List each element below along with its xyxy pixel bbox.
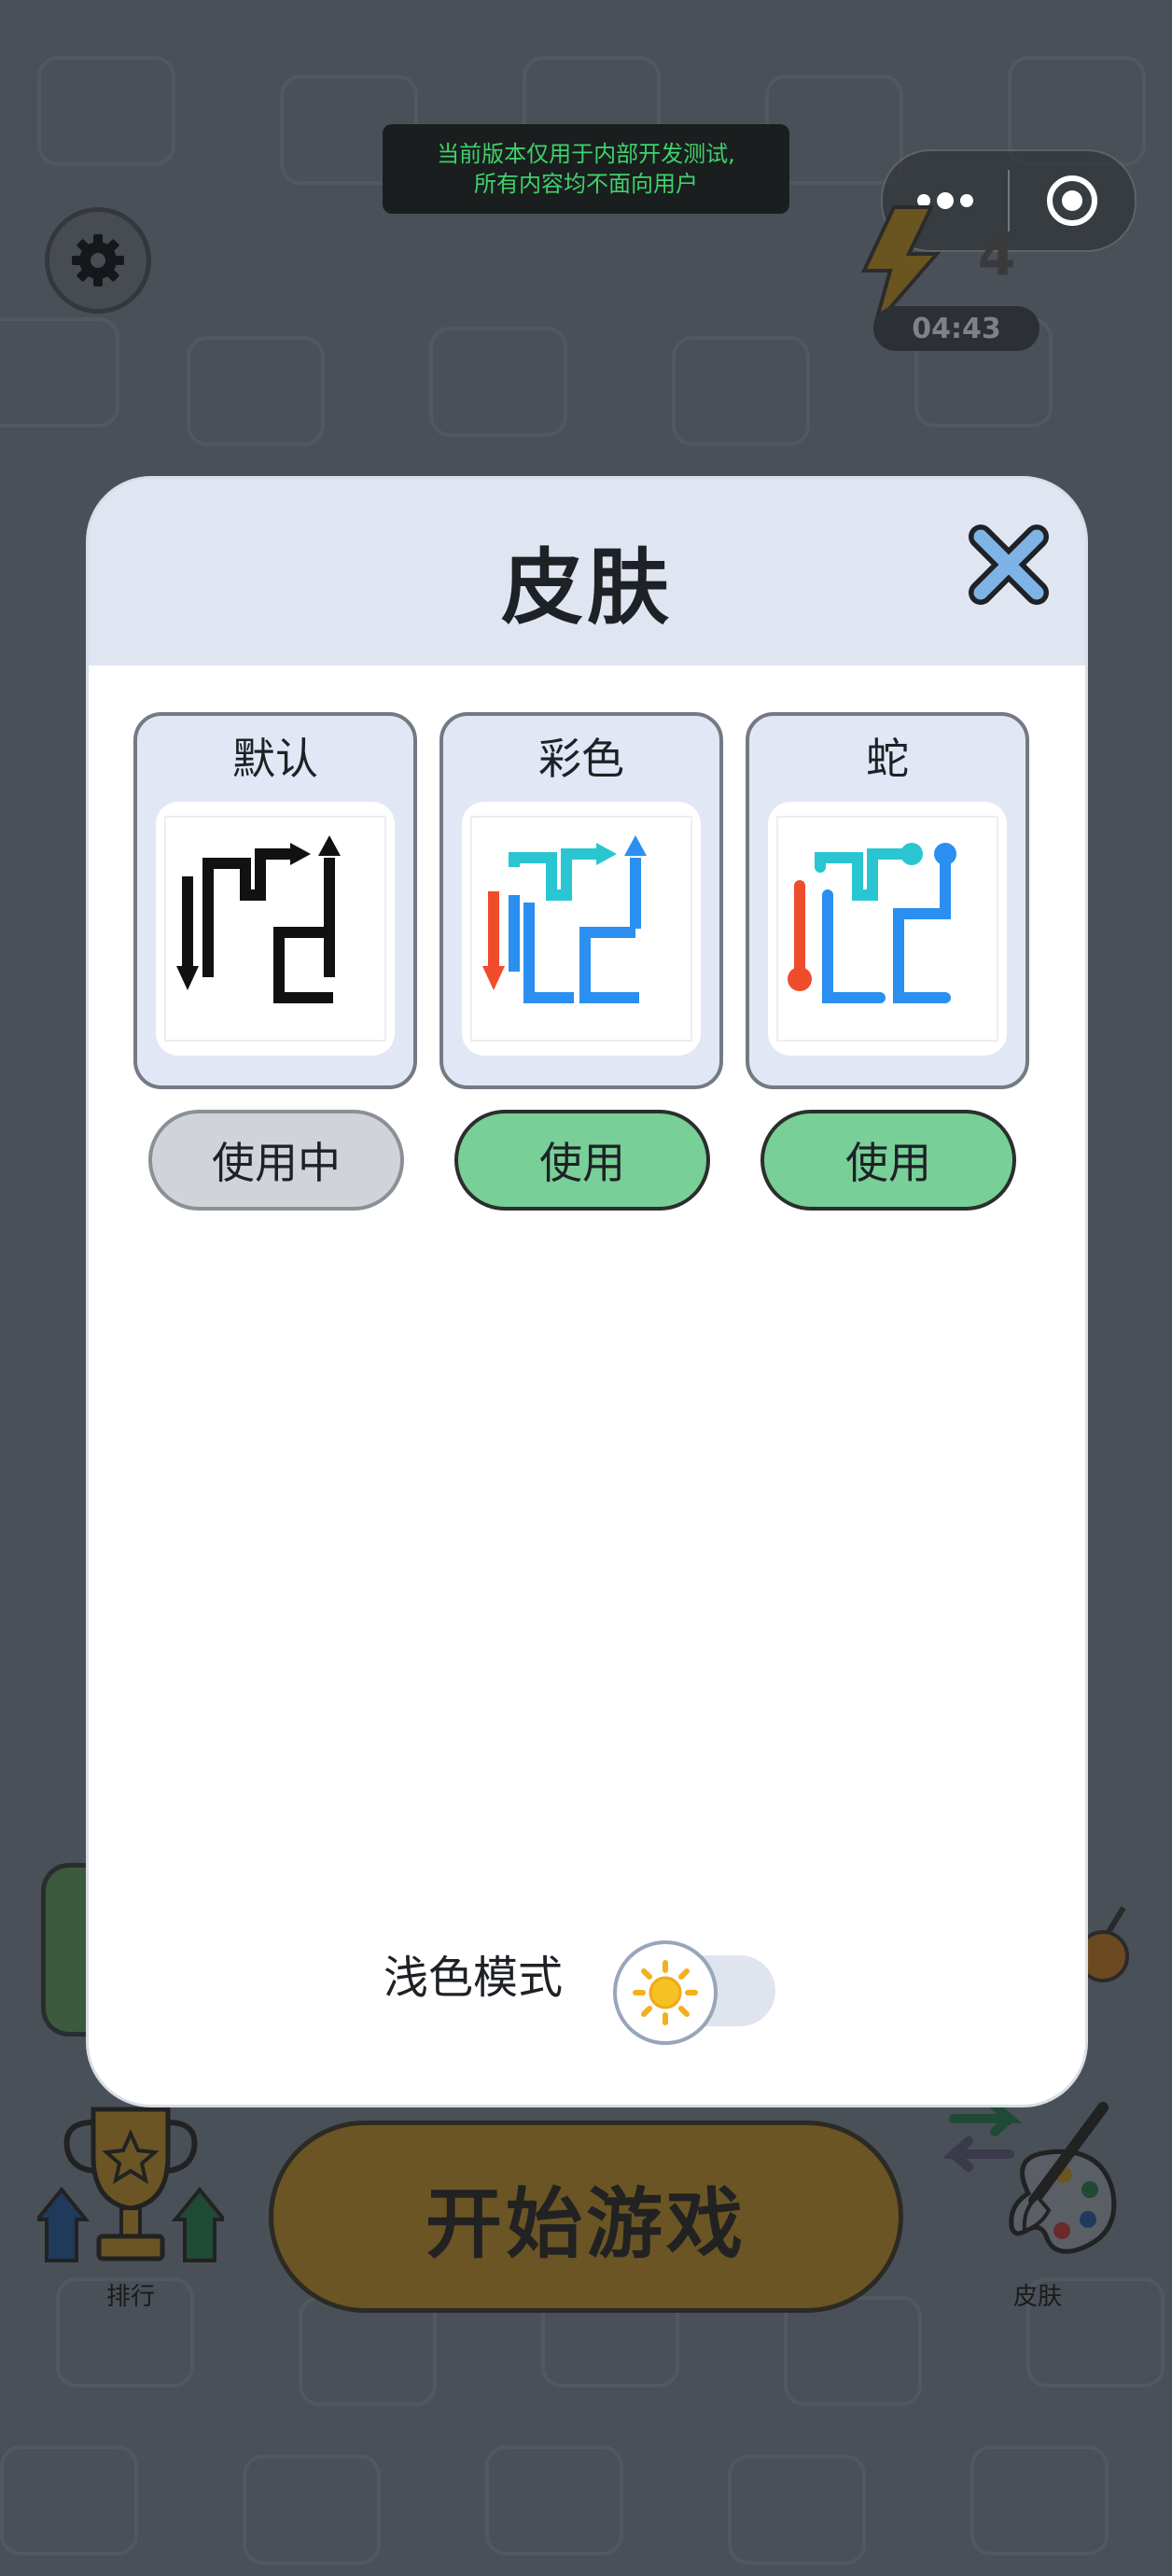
maze-snake-icon [776,816,998,1042]
energy-count: 4 [978,224,1016,287]
maze-arrows-default-icon [164,816,386,1042]
skin-nav-button[interactable]: 皮肤 [941,2100,1131,2315]
skin-label: 皮肤 [1012,2283,1062,2311]
gear-icon [72,234,124,287]
sun-icon [633,1960,698,2025]
trophy-icon [33,2107,229,2262]
energy-counter: 4 04:43 [838,205,1090,355]
rank-label: 排行 [105,2283,155,2311]
dev-notice-line1: 当前版本仅用于内部开发测试, [437,141,735,167]
light-mode-label: 浅色模式 [384,1952,564,2004]
skin-card-default[interactable]: 默认 [133,712,417,1089]
skin-card-snake[interactable]: 蛇 [746,712,1029,1089]
close-icon [969,525,1049,605]
skin-use-button-default[interactable]: 使用中 [148,1110,404,1211]
skin-name: 彩色 [538,734,624,784]
skin-name: 默认 [232,734,318,784]
skin-preview-default [156,802,395,1056]
settings-button[interactable] [45,207,151,314]
skin-name: 蛇 [866,734,909,784]
toggle-knob [613,1940,718,2045]
skin-modal: 皮肤 默认 使用中 彩色 使用 蛇 使用 浅色模式 [86,476,1088,2107]
skin-preview-color [462,802,701,1056]
skin-use-button-snake[interactable]: 使用 [760,1110,1016,1211]
modal-close-button[interactable] [964,520,1053,609]
rank-nav-button[interactable]: 排行 [33,2100,229,2315]
skin-use-button-color[interactable]: 使用 [454,1110,710,1211]
palette-brush-icon [941,2101,1117,2254]
maze-arrows-color-icon [470,816,692,1042]
skin-card-color[interactable]: 彩色 [440,712,723,1089]
skin-preview-snake [768,802,1007,1056]
modal-title: 皮肤 [500,539,673,636]
energy-timer: 04:43 [873,306,1039,351]
dev-notice-line2: 所有内容均不面向用户 [474,171,698,197]
start-game-button[interactable]: 开始游戏 [269,2121,903,2313]
dev-notice-banner: 当前版本仅用于内部开发测试, 所有内容均不面向用户 [383,124,789,214]
light-mode-toggle[interactable] [613,1940,779,2045]
